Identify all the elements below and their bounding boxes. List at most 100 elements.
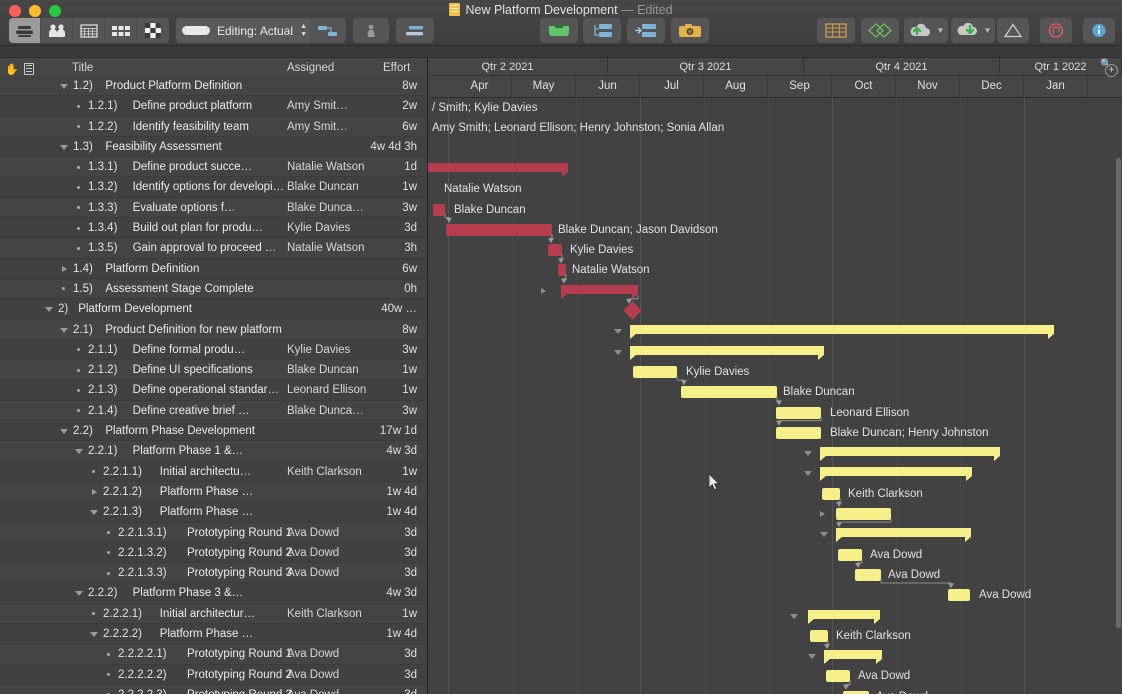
inspector-button[interactable] xyxy=(1083,18,1115,43)
vertical-scrollbar[interactable] xyxy=(1116,158,1121,628)
table-row[interactable]: 1.2)Product Platform Definition8w xyxy=(0,76,428,96)
table-row[interactable]: 2.2.1.3.2)Prototyping Round 2Ava Dowd3d xyxy=(0,543,428,563)
timeline-disclosure-open-icon[interactable] xyxy=(804,451,812,456)
view-gantt-button[interactable] xyxy=(9,18,41,43)
chevron-down-icon[interactable]: ▼ xyxy=(937,26,945,35)
gantt-summary-bar[interactable] xyxy=(561,285,638,294)
disclosure-open-icon[interactable] xyxy=(60,429,68,434)
new-group-button[interactable] xyxy=(583,18,621,43)
view-mode-group[interactable] xyxy=(9,18,169,43)
table-row[interactable]: 1.3)Feasibility Assessment4w 4d 3h xyxy=(0,137,428,157)
view-calendar-button[interactable] xyxy=(73,18,105,43)
table-row[interactable]: 2.2.1.3.3)Prototyping Round 3Ava Dowd3d xyxy=(0,563,428,583)
table-row[interactable]: 2.1.1)Define formal produ…Kylie Davies3w xyxy=(0,340,428,360)
table-row[interactable]: 2.2.1.1)Initial architectu…Keith Clarkso… xyxy=(0,462,428,482)
chevron-down-icon[interactable]: ▼ xyxy=(984,26,992,35)
timeline-disclosure-open-icon[interactable] xyxy=(790,614,798,619)
timeline-disclosure-closed-icon[interactable] xyxy=(541,288,546,294)
gantt-summary-bar[interactable] xyxy=(630,325,1054,334)
gantt-task-bar[interactable] xyxy=(433,204,445,216)
gantt-task-bar[interactable] xyxy=(558,264,566,276)
view-dashboard-button[interactable] xyxy=(137,18,169,43)
view-resources-button[interactable] xyxy=(41,18,73,43)
gantt-milestone-marker[interactable] xyxy=(623,301,641,319)
gantt-summary-bar[interactable] xyxy=(428,163,568,172)
table-row[interactable]: 2.2.2.2.1)Prototyping Round 1Ava Dowd3d xyxy=(0,644,428,664)
table-row[interactable]: 2.1.3)Define operational standar…Leonard… xyxy=(0,380,428,400)
gantt-task-bar[interactable] xyxy=(838,549,862,561)
gantt-summary-bar[interactable] xyxy=(630,346,824,355)
table-row[interactable]: 2.2.2)Platform Phase 3 &…4w 3d xyxy=(0,583,428,603)
cloud-upload-button[interactable]: ▼ xyxy=(904,18,948,43)
table-row[interactable]: 2.1.2)Define UI specificationsBlake Dunc… xyxy=(0,360,428,380)
disclosure-closed-icon[interactable] xyxy=(92,489,97,495)
table-row[interactable]: 1.3.1)Define product succe…Natalie Watso… xyxy=(0,157,428,177)
table-row[interactable]: 2.2.1.2)Platform Phase …1w 4d xyxy=(0,482,428,502)
disclosure-open-icon[interactable] xyxy=(90,510,98,515)
table-row[interactable]: 2.2.2.2.3)Prototyping Round 3Ava Dowd3d xyxy=(0,685,428,694)
zoom-in-icon[interactable]: + xyxy=(1105,64,1118,77)
warning-button[interactable] xyxy=(997,18,1029,43)
column-header-title[interactable]: Title xyxy=(72,62,93,74)
gantt-task-bar[interactable] xyxy=(633,366,677,378)
gantt-task-bar[interactable] xyxy=(836,508,891,520)
table-row[interactable]: 2.2)Platform Phase Development17w 1d xyxy=(0,421,428,441)
gantt-task-bar[interactable] xyxy=(548,244,562,256)
diamond-view-button[interactable] xyxy=(861,18,899,43)
table-row[interactable]: 1.5)Assessment Stage Complete0h xyxy=(0,279,428,299)
table-row[interactable]: 1.2.2)Identify feasibility teamAmy Smit…… xyxy=(0,117,428,137)
disclosure-closed-icon[interactable] xyxy=(62,266,67,272)
gantt-task-bar[interactable] xyxy=(776,407,821,419)
table-row[interactable]: 2.2.2.2.2)Prototyping Round 2Ava Dowd3d xyxy=(0,665,428,685)
disclosure-open-icon[interactable] xyxy=(60,145,68,150)
gantt-summary-bar[interactable] xyxy=(836,528,971,537)
stop-button[interactable] xyxy=(1040,18,1072,43)
disclosure-open-icon[interactable] xyxy=(60,328,68,333)
timeline-disclosure-open-icon[interactable] xyxy=(820,532,828,537)
timeline-disclosure-open-icon[interactable] xyxy=(808,654,816,659)
gantt-summary-bar[interactable] xyxy=(820,467,972,476)
disclosure-open-icon[interactable] xyxy=(75,591,83,596)
disclosure-open-icon[interactable] xyxy=(90,632,98,637)
column-header-assigned[interactable]: Assigned xyxy=(287,62,334,74)
up-down-arrows-icon[interactable]: ▲▼ xyxy=(300,24,307,38)
timeline-disclosure-open-icon[interactable] xyxy=(614,350,622,355)
table-row[interactable]: 2.2.1.3)Platform Phase …1w 4d xyxy=(0,502,428,522)
table-row[interactable]: 2.2.2.2)Platform Phase …1w 4d xyxy=(0,624,428,644)
cloud-download-button[interactable]: ▼ xyxy=(951,18,995,43)
indent-task-button[interactable] xyxy=(396,18,434,43)
column-header-effort[interactable]: Effort xyxy=(383,62,410,74)
table-view-button[interactable] xyxy=(817,18,855,43)
editing-mode-popup[interactable]: Editing: Actual ▲▼ xyxy=(176,18,313,43)
new-milestone-button[interactable] xyxy=(627,18,665,43)
table-row[interactable]: 1.4)Platform Definition6w xyxy=(0,259,428,279)
disclosure-open-icon[interactable] xyxy=(45,307,53,312)
table-row[interactable]: 2.1.4)Define creative brief …Blake Dunca… xyxy=(0,401,428,421)
table-row[interactable]: 2.2.1)Platform Phase 1 &…4w 3d xyxy=(0,441,428,461)
gantt-task-bar[interactable] xyxy=(446,224,552,236)
table-row[interactable]: 1.3.2)Identify options for developi…Blak… xyxy=(0,177,428,197)
table-row[interactable]: 1.3.3)Evaluate options f…Blake Dunca…3w xyxy=(0,198,428,218)
table-row[interactable]: 2.2.2.1)Initial architectur…Keith Clarks… xyxy=(0,604,428,624)
timeline-zoom-controls[interactable]: 🔍 + xyxy=(1100,58,1116,74)
gantt-summary-bar[interactable] xyxy=(820,447,1000,456)
disclosure-open-icon[interactable] xyxy=(60,84,68,89)
gantt-task-bar[interactable] xyxy=(681,386,777,398)
gantt-task-bar[interactable] xyxy=(855,569,881,581)
disclosure-open-icon[interactable] xyxy=(75,449,83,454)
table-row[interactable]: 2.1)Product Definition for new platform8… xyxy=(0,320,428,340)
outline-list-icon[interactable] xyxy=(24,63,34,75)
table-row[interactable]: 2.2.1.3.1)Prototyping Round 1Ava Dowd3d xyxy=(0,523,428,543)
gantt-summary-bar[interactable] xyxy=(824,650,882,659)
table-row[interactable]: 1.3.5)Gain approval to proceed …Natalie … xyxy=(0,238,428,258)
timeline-disclosure-open-icon[interactable] xyxy=(614,329,622,334)
gantt-task-bar[interactable] xyxy=(822,488,840,500)
timeline-disclosure-open-icon[interactable] xyxy=(804,471,812,476)
gantt-summary-bar[interactable] xyxy=(808,610,880,619)
gantt-task-bar[interactable] xyxy=(776,427,821,439)
hand-tool-icon[interactable]: ✋ xyxy=(5,63,19,76)
gantt-task-bar[interactable] xyxy=(810,630,828,642)
resource-assign-button[interactable] xyxy=(353,18,389,43)
table-row[interactable]: 1.3.4)Build out plan for produ…Kylie Dav… xyxy=(0,218,428,238)
table-row[interactable]: 2)Platform Development40w … xyxy=(0,299,428,319)
